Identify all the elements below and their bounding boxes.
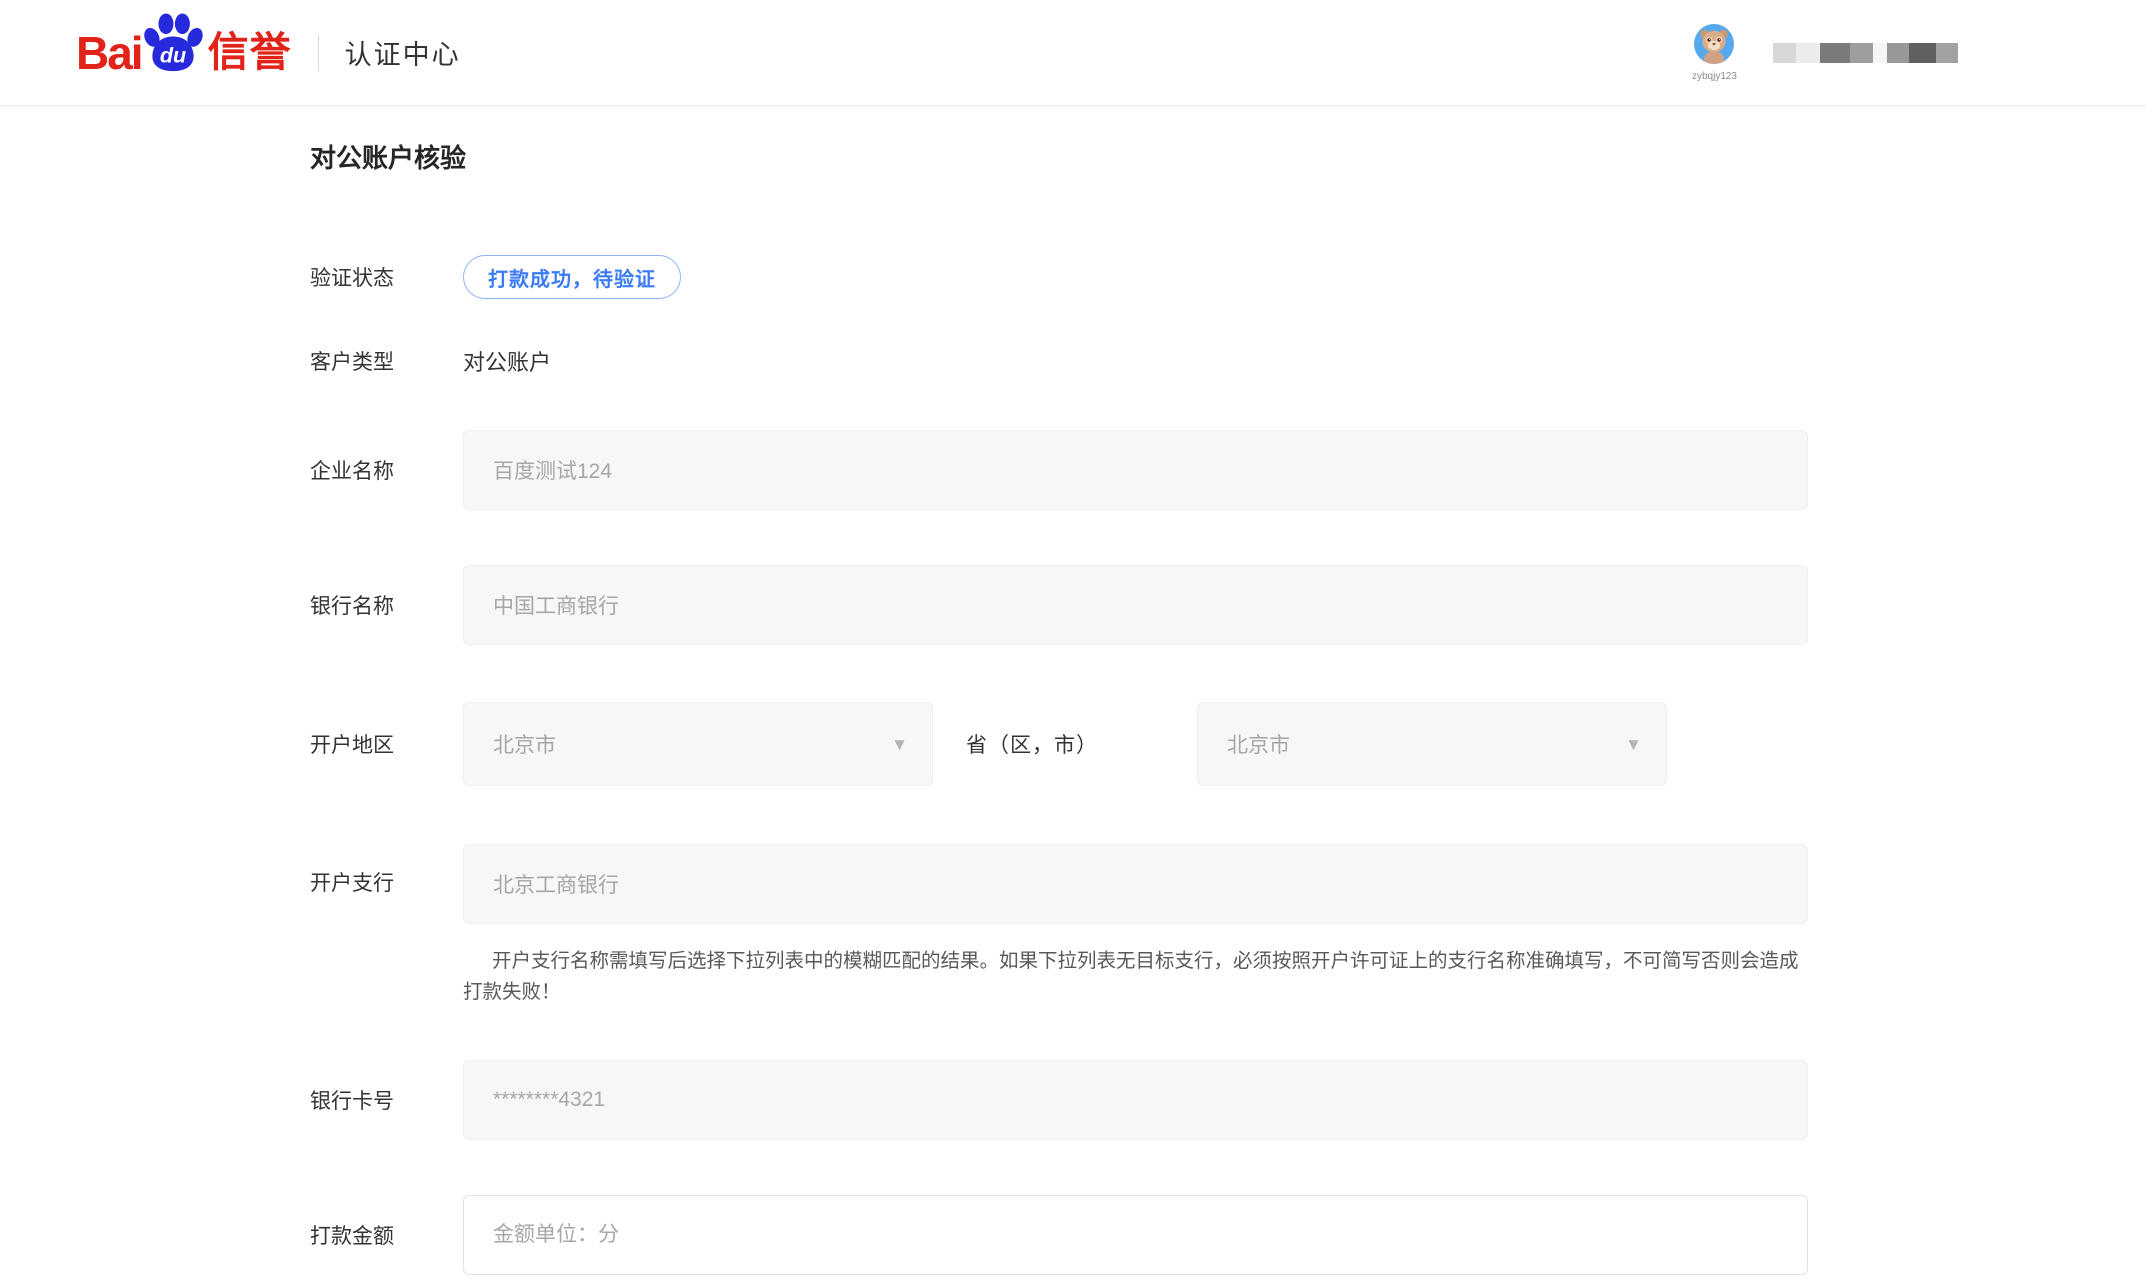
- payment-amount-label: 打款金额: [310, 1220, 463, 1250]
- row-opening-branch: 开户支行 开户支行名称需填写后选择下拉列表中的模糊匹配的结果。如果下拉列表无目标…: [310, 844, 2146, 1008]
- logo-text-bai: Bai: [76, 30, 142, 76]
- row-opening-region: 开户地区 北京市 ▼ 省（区，市） 北京市 ▼: [310, 702, 2146, 786]
- company-name-label: 企业名称: [310, 455, 463, 485]
- baidu-paw-icon: du: [142, 13, 204, 78]
- redacted-account-text: [1773, 43, 1958, 63]
- user-area: zybqjy123: [1692, 24, 1958, 82]
- row-bank-name: 银行名称: [310, 565, 2146, 645]
- city-select-value: 北京市: [1227, 729, 1290, 759]
- bear-avatar-icon: [1694, 24, 1734, 69]
- company-name-input[interactable]: [463, 430, 1808, 510]
- opening-region-label: 开户地区: [310, 729, 463, 759]
- svg-text:du: du: [159, 43, 185, 68]
- card-number-input[interactable]: [463, 1060, 1808, 1140]
- opening-branch-input[interactable]: [463, 844, 1808, 924]
- status-badge: 打款成功，待验证: [463, 255, 681, 299]
- user-avatar[interactable]: zybqjy123: [1692, 24, 1737, 82]
- customer-type-label: 客户类型: [310, 346, 463, 376]
- customer-type-value: 对公账户: [463, 345, 551, 377]
- row-verification-status: 验证状态 打款成功，待验证: [310, 255, 2146, 299]
- city-select[interactable]: 北京市 ▼: [1197, 702, 1667, 786]
- chevron-down-icon: ▼: [891, 736, 908, 753]
- branch-hint-text: 开户支行名称需填写后选择下拉列表中的模糊匹配的结果。如果下拉列表无目标支行，必须…: [463, 946, 1808, 1008]
- chevron-down-icon: ▼: [1625, 736, 1642, 753]
- logo-text-xinyu: 信誉: [208, 32, 292, 73]
- payment-amount-input[interactable]: [463, 1195, 1808, 1275]
- province-select[interactable]: 北京市 ▼: [463, 702, 933, 786]
- opening-branch-label: 开户支行: [310, 844, 463, 924]
- status-label: 验证状态: [310, 262, 463, 292]
- page-title: 对公账户核验: [310, 140, 2146, 176]
- top-header: Bai du 信誉 认证中心: [0, 0, 2146, 106]
- verification-form: 对公账户核验 验证状态 打款成功，待验证 客户类型 对公账户 企业名称 银行名称…: [0, 140, 2146, 1275]
- row-company-name: 企业名称: [310, 430, 2146, 510]
- bank-name-label: 银行名称: [310, 590, 463, 620]
- baidu-xinyu-logo[interactable]: Bai du 信誉 认证中心: [76, 27, 461, 78]
- row-bank-card-number: 银行卡号: [310, 1060, 2146, 1140]
- row-payment-amount: 打款金额: [310, 1195, 2146, 1275]
- username-label: zybqjy123: [1692, 71, 1737, 82]
- bank-name-input[interactable]: [463, 565, 1808, 645]
- row-customer-type: 客户类型 对公账户: [310, 346, 2146, 376]
- site-title: 认证中心: [345, 33, 461, 72]
- province-unit-label: 省（区，市）: [966, 729, 1098, 759]
- card-number-label: 银行卡号: [310, 1085, 463, 1115]
- header-divider: [318, 35, 319, 71]
- province-select-value: 北京市: [493, 729, 556, 759]
